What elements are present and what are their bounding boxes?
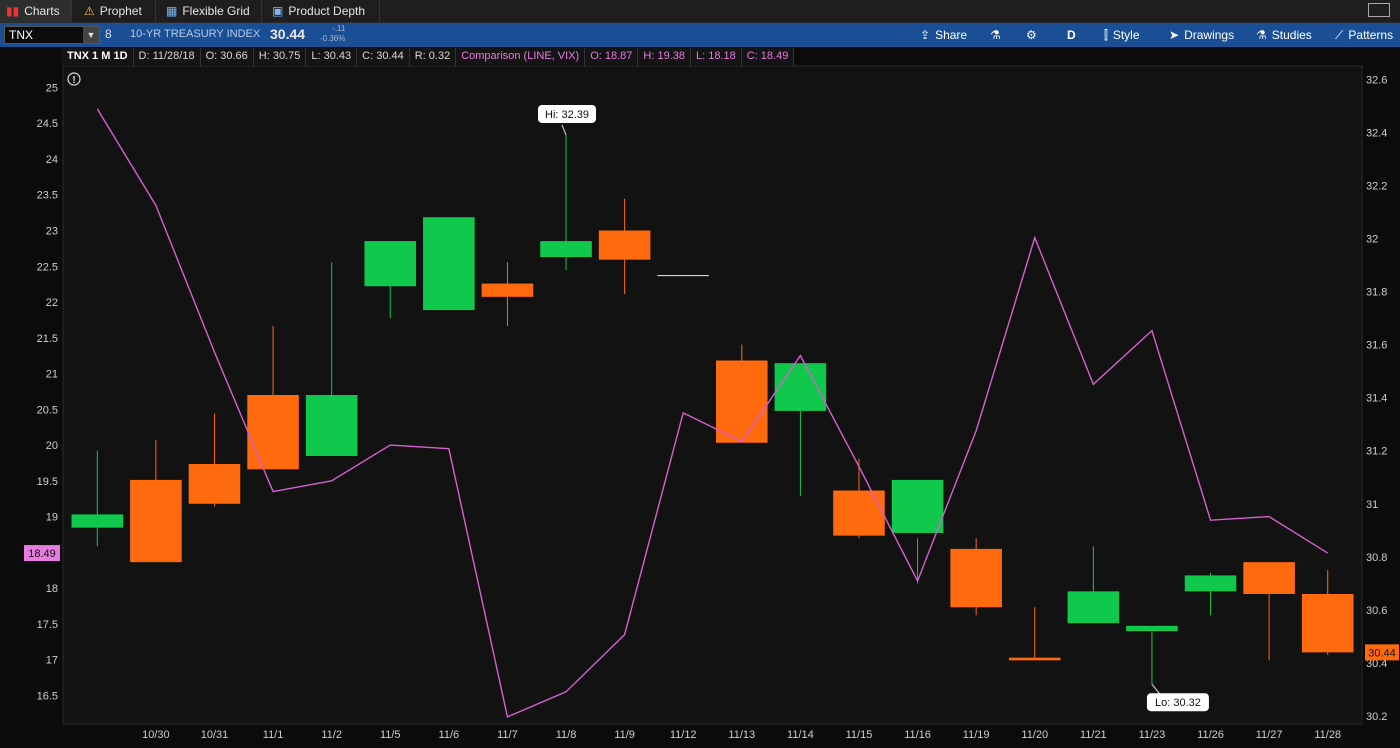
x-axis-tick: 11/23 — [1139, 729, 1166, 741]
x-axis-tick: 11/26 — [1197, 729, 1224, 741]
x-axis-tick: 11/8 — [556, 729, 577, 741]
left-axis-tick: 22.5 — [37, 261, 58, 273]
right-axis-tick: 30.8 — [1366, 552, 1387, 564]
x-axis-tick: 11/15 — [846, 729, 873, 741]
comparison-price-marker-text: 18.49 — [28, 548, 56, 560]
last-price-marker-text: 30.44 — [1368, 647, 1396, 659]
candle-up — [1067, 591, 1120, 624]
right-axis-tick: 32.6 — [1366, 74, 1387, 86]
right-axis-tick: 32.2 — [1366, 180, 1387, 192]
x-axis-tick: 11/20 — [1021, 729, 1048, 741]
left-axis-tick: 24 — [46, 154, 58, 166]
left-axis-tick: 22 — [46, 297, 58, 309]
left-axis-tick: 17 — [46, 655, 58, 667]
candle-down — [247, 395, 299, 470]
x-axis-tick: 11/9 — [614, 729, 635, 741]
candle-up — [305, 395, 358, 457]
left-axis-tick: 19 — [46, 512, 58, 524]
candle-down — [1301, 593, 1354, 653]
x-axis-tick: 11/28 — [1314, 729, 1341, 741]
candle-down — [950, 548, 1002, 608]
candle-down — [188, 463, 241, 504]
candle-up — [1126, 625, 1178, 632]
right-axis-tick: 32 — [1366, 233, 1378, 245]
x-axis-tick: 11/14 — [787, 729, 814, 741]
right-axis-tick: 31 — [1366, 499, 1378, 511]
x-axis-tick: 11/13 — [728, 729, 755, 741]
candle-down — [716, 360, 768, 443]
candle-down — [130, 479, 182, 563]
candle-up — [774, 363, 827, 411]
x-axis-tick: 10/30 — [142, 729, 170, 741]
left-axis-tick: 19.5 — [37, 476, 58, 488]
info-date: D: 11/28/18 — [133, 48, 201, 66]
right-axis-tick: 30.2 — [1366, 711, 1387, 723]
hi-label: Hi: 32.39 — [545, 109, 589, 121]
candle-down — [481, 283, 534, 297]
comparison-open: O: 18.87 — [585, 48, 639, 66]
comparison-low: L: 18.18 — [690, 48, 742, 66]
x-axis-tick: 11/6 — [439, 729, 460, 741]
left-axis-tick: 21 — [46, 369, 58, 381]
candle-down — [833, 490, 885, 536]
left-axis-tick: 18 — [46, 583, 58, 595]
info-range: R: 0.32 — [409, 48, 457, 66]
right-axis-tick: 31.4 — [1366, 393, 1387, 405]
ticker-label: TNX 1 M 1D — [62, 48, 134, 66]
right-axis-tick: 31.8 — [1366, 287, 1387, 299]
candle-up — [540, 241, 592, 258]
comparison-label: Comparison (LINE, VIX) — [456, 48, 586, 66]
left-axis-tick: 16.5 — [37, 690, 58, 702]
info-high: H: 30.75 — [253, 48, 307, 66]
x-axis-tick: 11/1 — [263, 729, 284, 741]
left-axis-tick: 20 — [46, 440, 58, 452]
x-axis-tick: 11/27 — [1256, 729, 1283, 741]
x-axis-tick: 11/12 — [670, 729, 697, 741]
candle-up — [891, 479, 944, 533]
info-open: O: 30.66 — [200, 48, 254, 66]
left-axis-tick: 21.5 — [37, 333, 58, 345]
left-axis-tick: 23 — [46, 226, 58, 238]
price-chart[interactable]: !16.51717.51818.51919.52020.52121.52222.… — [0, 0, 1400, 748]
info-close: C: 30.44 — [357, 48, 410, 66]
left-axis-tick: 24.5 — [37, 118, 58, 130]
candle-up — [1184, 575, 1237, 592]
candle-down — [1008, 657, 1061, 661]
right-axis-tick: 30.6 — [1366, 605, 1387, 617]
left-axis-tick: 23.5 — [37, 190, 58, 202]
x-axis-tick: 11/21 — [1080, 729, 1107, 741]
left-axis-tick: 17.5 — [37, 619, 58, 631]
chart-info-bar: TNX 1 M 1D D: 11/28/18 O: 30.66 H: 30.75… — [62, 48, 795, 66]
right-axis-tick: 31.2 — [1366, 446, 1387, 458]
comparison-close: C: 18.49 — [741, 48, 795, 66]
x-axis-tick: 11/16 — [904, 729, 931, 741]
right-axis-tick: 32.4 — [1366, 127, 1387, 139]
x-axis-tick: 11/2 — [321, 729, 342, 741]
comparison-high: H: 19.38 — [638, 48, 691, 66]
info-icon-glyph: ! — [72, 75, 75, 86]
candle-up — [364, 241, 417, 287]
x-axis-tick: 11/7 — [497, 729, 518, 741]
x-axis-tick: 11/5 — [380, 729, 401, 741]
candle-down — [1243, 562, 1295, 594]
x-axis-tick: 10/31 — [201, 729, 229, 741]
left-axis-tick: 25 — [46, 82, 58, 94]
candle-down — [598, 230, 651, 260]
left-axis-tick: 20.5 — [37, 404, 58, 416]
right-axis-tick: 31.6 — [1366, 340, 1387, 352]
candle-up — [423, 217, 475, 311]
info-low: L: 30.43 — [306, 48, 358, 66]
x-axis-tick: 11/19 — [963, 729, 990, 741]
lo-label: Lo: 30.32 — [1155, 697, 1201, 709]
candle-up — [71, 514, 124, 528]
